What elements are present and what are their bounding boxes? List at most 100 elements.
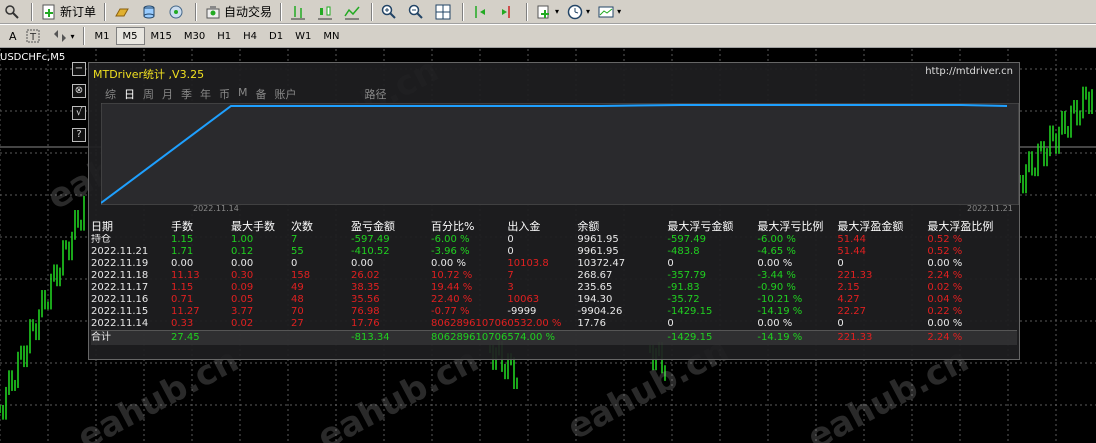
table-cell: -1429.15: [667, 306, 713, 317]
timeframe-button-m1[interactable]: M1: [89, 27, 116, 45]
navigator-button[interactable]: [165, 2, 190, 22]
table-cell: 35.56: [351, 294, 380, 305]
new-order-icon: [41, 4, 57, 20]
line-chart-icon: [344, 4, 360, 20]
column-header: 最大浮亏金额: [667, 220, 734, 233]
table-cell: -6.00 %: [431, 234, 470, 245]
column-header: 最大浮盈比例: [927, 220, 994, 233]
dropdown-arrow-icon: ▾: [70, 31, 75, 41]
table-cell: 7: [291, 234, 298, 245]
panel-tab-4[interactable]: 季: [181, 86, 192, 102]
table-cell: -357.79: [667, 270, 706, 281]
stats-table: 日期 手数 最大手数 次数 盈亏金额 百分比% 出入金 余额 最大浮亏金额 最大浮亏比例 最大浮盈金…: [91, 220, 1018, 345]
zoom-in-button[interactable]: [378, 2, 403, 22]
template-icon: [598, 4, 614, 20]
autoscroll-button[interactable]: [496, 2, 521, 22]
panel-tab-6[interactable]: 币: [219, 86, 230, 102]
table-cell: -3.44 %: [757, 270, 796, 281]
timeframe-button-m15[interactable]: M15: [145, 27, 178, 45]
panel-link[interactable]: http://mtdriver.cn: [925, 66, 1013, 77]
panel-tabs: 综日周月季年币 M 备账户 路径: [105, 86, 395, 102]
clock-icon: [567, 4, 583, 20]
market-watch-button[interactable]: [111, 2, 136, 22]
panel-tab-9[interactable]: 账户: [275, 86, 297, 102]
text-tool-button[interactable]: A: [1, 26, 20, 46]
candlestick-button[interactable]: [314, 2, 339, 22]
timeframe-button-h4[interactable]: H4: [237, 27, 263, 45]
table-cell: 1.15: [171, 234, 194, 245]
table-cell: 0: [837, 318, 844, 329]
auto-trade-button[interactable]: 自动交易: [202, 2, 275, 22]
table-cell: 0.30: [231, 270, 254, 281]
bar-chart-icon: [290, 4, 306, 20]
zoom-out-button[interactable]: [405, 2, 430, 22]
table-cell: 0.00 %: [927, 318, 963, 329]
panel-tab-2[interactable]: 周: [143, 86, 154, 102]
table-cell: 268.67: [577, 270, 613, 281]
new-order-button[interactable]: 新订单: [38, 2, 99, 22]
graph-background: [101, 103, 1019, 205]
table-cell: 持仓: [91, 234, 111, 245]
table-cell: -35.72: [667, 294, 700, 305]
table-cell: 10103.8: [507, 258, 549, 269]
table-cell: 17.76: [351, 318, 380, 329]
mtdriver-stats-panel: MTDriver统计 ,V3.25 http://mtdriver.cn 综日周…: [88, 62, 1020, 360]
timeframe-button-d1[interactable]: D1: [263, 27, 289, 45]
table-cell: -3.96 %: [431, 246, 470, 257]
text-label-button[interactable]: T: [22, 26, 47, 46]
toolbar-separator: [371, 2, 374, 21]
panel-tab-5[interactable]: 年: [200, 86, 211, 102]
zoom-tool-button[interactable]: [1, 2, 26, 22]
table-cell: 22.40 %: [431, 294, 473, 305]
tile-windows-button[interactable]: [432, 2, 457, 22]
panel-tab-0[interactable]: 综: [105, 86, 116, 102]
table-cell: -483.8: [667, 246, 700, 257]
table-cell: 0.52 %: [927, 246, 963, 257]
timeframe-button-mn[interactable]: MN: [317, 27, 345, 45]
timeframe-button-h1[interactable]: H1: [211, 27, 237, 45]
table-cell: -4.65 %: [757, 246, 796, 257]
table-cell: 0.00 %: [757, 258, 793, 269]
panel-tab-7[interactable]: M: [238, 86, 248, 102]
table-cell: 76.98: [351, 306, 380, 317]
panel-tab-8[interactable]: 备: [256, 86, 267, 102]
table-row: 2022.11.15 11.27 3.77 70 76.98 -0.77 % -9999 -9…: [91, 306, 1017, 318]
arrows-button[interactable]: ▾: [49, 26, 78, 46]
data-window-button[interactable]: [138, 2, 163, 22]
indicators-button[interactable]: ▾: [533, 2, 562, 22]
panel-tab-10[interactable]: 路径: [365, 86, 387, 102]
minimize-panel-button[interactable]: −: [72, 62, 86, 76]
table-cell: 26.02: [351, 270, 380, 281]
bar-chart-button[interactable]: [287, 2, 312, 22]
auto-trade-label: 自动交易: [224, 5, 273, 19]
table-cell: 806289610706: [431, 318, 508, 329]
toolbar-separator: [526, 2, 529, 21]
table-cell: 2022.11.21: [91, 246, 149, 257]
table-cell: 3: [507, 282, 514, 293]
timeframe-button-m5[interactable]: M5: [115, 27, 145, 45]
settings-panel-button[interactable]: ⊗: [72, 84, 86, 98]
table-cell: 221.33: [837, 270, 873, 281]
periods-button[interactable]: ▾: [564, 2, 593, 22]
autoscroll-icon: [499, 4, 515, 20]
table-cell: -597.49: [351, 234, 390, 245]
column-header: 百分比%: [431, 220, 475, 233]
chart-shift-button[interactable]: [469, 2, 494, 22]
table-cell: 19.44 %: [431, 282, 473, 293]
indicators-icon: [536, 4, 552, 20]
templates-button[interactable]: ▾: [595, 2, 624, 22]
graph-start-date: 2022.11.14: [193, 204, 239, 213]
table-cell: 158: [291, 270, 311, 281]
column-header: 最大手数: [231, 220, 275, 233]
table-cell: -10.21 %: [757, 294, 803, 305]
confirm-panel-button[interactable]: √: [72, 106, 86, 120]
panel-tab-1[interactable]: 日: [124, 86, 135, 102]
table-cell: 51.44: [837, 234, 866, 245]
help-panel-button[interactable]: ?: [72, 128, 86, 142]
table-cell: 0: [507, 246, 514, 257]
timeframe-button-w1[interactable]: W1: [289, 27, 317, 45]
table-cell: 0532.00 %: [507, 318, 562, 329]
timeframe-button-m30[interactable]: M30: [178, 27, 211, 45]
line-chart-button[interactable]: [341, 2, 366, 22]
panel-tab-3[interactable]: 月: [162, 86, 173, 102]
